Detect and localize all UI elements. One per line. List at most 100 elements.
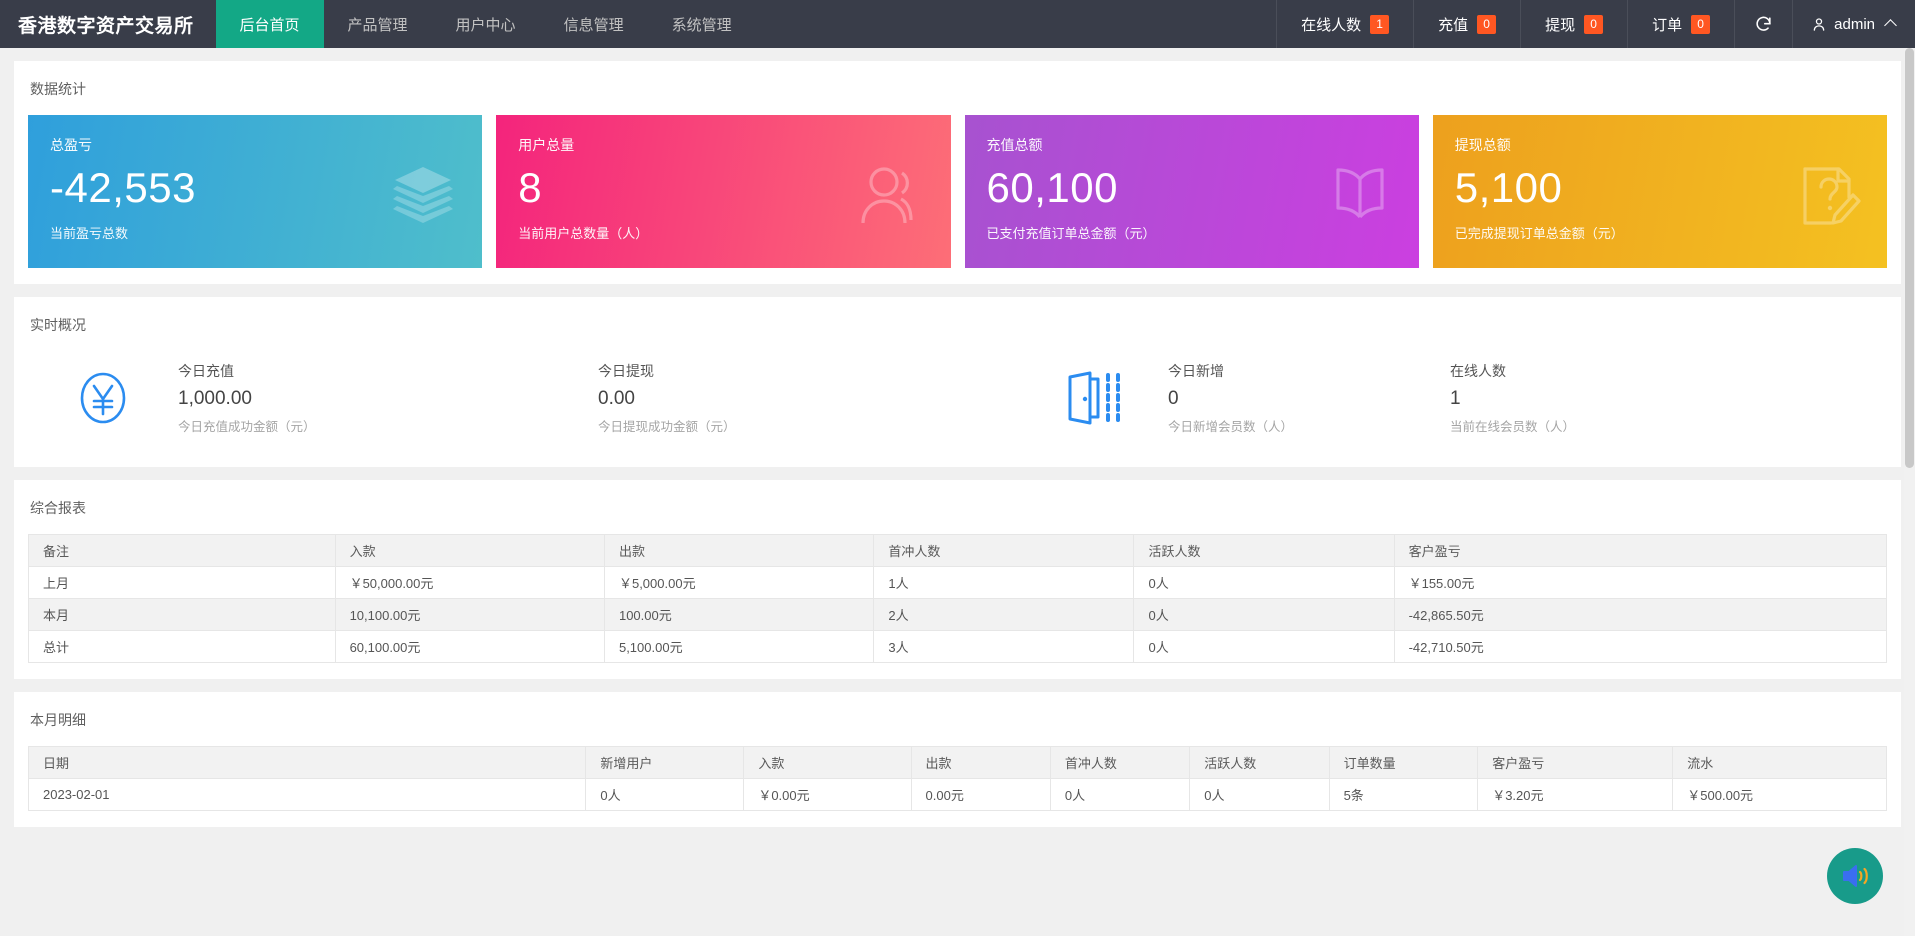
stat-card-total-withdraw[interactable]: 提现总额 5,100 已完成提现订单总金额（元） bbox=[1432, 115, 1887, 268]
user-name-label: admin bbox=[1834, 15, 1875, 33]
cell-date: 2023-02-01 bbox=[27, 778, 587, 811]
col-withdraw: 出款 bbox=[603, 534, 875, 567]
user-menu-button[interactable]: admin bbox=[1792, 0, 1915, 48]
realtime-item-today-recharge-desc: 今日充值成功金额（元） bbox=[178, 420, 316, 434]
realtime-item-online-count: 在线人数 1 当前在线会员数（人） bbox=[1450, 361, 1732, 435]
month-details-table-head: 日期 新增用户 入款 出款 首冲人数 活跃人数 订单数量 客户盈亏 流水 bbox=[27, 746, 1887, 779]
col-date: 日期 bbox=[27, 746, 587, 779]
page-scrollbar-track[interactable] bbox=[1904, 48, 1915, 936]
cell-deposit: 60,100.00元 bbox=[334, 630, 605, 663]
table-row: 2023-02-01 0人 ￥0.00元 0.00元 0人 0人 5条 ￥3.2… bbox=[27, 778, 1887, 811]
panel-month-details: 本月明细 日期 新增用户 入款 出款 首冲人数 活跃人数 订单数量 客户盈亏 流… bbox=[14, 692, 1901, 827]
realtime-item-today-withdraw-value: 0.00 bbox=[598, 388, 635, 409]
realtime-overview-row: 今日充值 1,000.00 今日充值成功金额（元） 今日提现 0.00 今日提现… bbox=[28, 351, 1887, 451]
stat-card-total-profit-loss[interactable]: 总盈亏 -42,553 当前盈亏总数 bbox=[28, 115, 483, 268]
cell-new-users: 0人 bbox=[585, 778, 745, 811]
nav-item-user-center[interactable]: 用户中心 bbox=[432, 0, 540, 48]
stat-card-total-users-label: 用户总量 bbox=[518, 137, 575, 153]
cell-first-deposit-count: 3人 bbox=[873, 630, 1135, 663]
realtime-item-today-new-users-value: 0 bbox=[1168, 388, 1179, 409]
yen-circle-icon bbox=[80, 372, 126, 424]
table-row: 本月 10,100.00元 100.00元 2人 0人 -42,865.50元 bbox=[28, 598, 1888, 631]
panel-title-data-statistics: 数据统计 bbox=[30, 81, 86, 97]
nav-stat-recharge-label: 充值 bbox=[1438, 16, 1469, 34]
nav-stat-online-count-label: 在线人数 bbox=[1301, 16, 1362, 34]
col-active-count: 活跃人数 bbox=[1133, 534, 1395, 567]
nav-right-group: 在线人数 1 充值 0 提现 0 订单 0 admin bbox=[1276, 0, 1915, 48]
stat-card-total-withdraw-sub: 已完成提现订单总金额（元） bbox=[1454, 226, 1624, 241]
nav-item-home[interactable]: 后台首页 bbox=[215, 0, 324, 48]
table-header-row: 备注 入款 出款 首冲人数 活跃人数 客户盈亏 bbox=[28, 534, 1888, 567]
realtime-item-online-count-value: 1 bbox=[1450, 388, 1461, 409]
stat-card-total-profit-loss-value: -42,553 bbox=[50, 164, 196, 211]
month-details-table-body: 2023-02-01 0人 ￥0.00元 0.00元 0人 0人 5条 ￥3.2… bbox=[27, 778, 1887, 811]
nav-stat-withdraw[interactable]: 提现 0 bbox=[1520, 0, 1627, 48]
panel-comprehensive-report: 综合报表 备注 入款 出款 首冲人数 活跃人数 客户盈亏 上月 ￥50,000.… bbox=[14, 480, 1901, 679]
top-navigation-bar: 香港数字资产交易所 后台首页 产品管理 用户中心 信息管理 系统管理 在线人数 … bbox=[0, 0, 1915, 48]
col-first-deposit-count: 首冲人数 bbox=[1049, 746, 1191, 779]
nav-stat-recharge[interactable]: 充值 0 bbox=[1413, 0, 1520, 48]
cell-turnover: ￥500.00元 bbox=[1672, 778, 1887, 811]
nav-item-product-management[interactable]: 产品管理 bbox=[324, 0, 432, 48]
col-remark: 备注 bbox=[28, 534, 336, 567]
refresh-button[interactable] bbox=[1734, 0, 1792, 48]
stat-card-total-recharge[interactable]: 充值总额 60,100 已支付充值订单总金额（元） bbox=[964, 115, 1419, 268]
stat-card-total-recharge-label: 充值总额 bbox=[986, 137, 1043, 153]
realtime-item-online-count-title: 在线人数 bbox=[1450, 363, 1506, 379]
nav-stat-withdraw-badge: 0 bbox=[1584, 14, 1604, 34]
nav-stat-orders-label: 订单 bbox=[1652, 16, 1683, 34]
realtime-item-today-recharge-value: 1,000.00 bbox=[178, 388, 252, 409]
realtime-item-today-new-users-desc: 今日新增会员数（人） bbox=[1168, 420, 1294, 434]
realtime-item-today-recharge: 今日充值 1,000.00 今日充值成功金额（元） bbox=[178, 361, 598, 435]
stat-card-total-profit-loss-label: 总盈亏 bbox=[50, 137, 92, 153]
stat-card-total-users[interactable]: 用户总量 8 当前用户总数量（人） bbox=[496, 115, 951, 268]
nav-item-system-management[interactable]: 系统管理 bbox=[648, 0, 756, 48]
stat-card-list: 总盈亏 -42,553 当前盈亏总数 用户总量 8 当前用户总数量（人） 充值总… bbox=[28, 115, 1887, 268]
cell-first-deposit-count: 2人 bbox=[873, 598, 1135, 631]
panel-realtime-overview: 实时概况 今日充值 1,000.00 今日充值成功金额（元） 今日提现 0.00 bbox=[14, 297, 1901, 467]
col-deposit: 入款 bbox=[334, 534, 605, 567]
stat-card-total-recharge-sub: 已支付充值订单总金额（元） bbox=[986, 226, 1156, 241]
cell-remark: 本月 bbox=[28, 598, 336, 631]
col-customer-profit-loss: 客户盈亏 bbox=[1393, 534, 1888, 567]
cell-customer-profit-loss: ￥155.00元 bbox=[1393, 566, 1888, 599]
col-customer-profit-loss: 客户盈亏 bbox=[1477, 746, 1674, 779]
refresh-icon bbox=[1756, 16, 1771, 31]
cell-order-count: 5条 bbox=[1328, 778, 1479, 811]
col-turnover: 流水 bbox=[1672, 746, 1887, 779]
comprehensive-report-table: 备注 入款 出款 首冲人数 活跃人数 客户盈亏 上月 ￥50,000.00元 ￥… bbox=[28, 534, 1888, 663]
page-scrollbar-thumb[interactable] bbox=[1905, 48, 1914, 468]
stat-card-total-profit-loss-sub: 当前盈亏总数 bbox=[50, 226, 129, 241]
door-exit-icon-wrap bbox=[1018, 369, 1168, 427]
sound-toggle-button[interactable] bbox=[1827, 848, 1883, 904]
stat-card-total-users-sub: 当前用户总数量（人） bbox=[518, 226, 649, 241]
nav-stat-withdraw-label: 提现 bbox=[1545, 16, 1576, 34]
table-header-row: 日期 新增用户 入款 出款 首冲人数 活跃人数 订单数量 客户盈亏 流水 bbox=[27, 746, 1887, 779]
user-icon bbox=[1813, 17, 1825, 31]
cell-deposit: 10,100.00元 bbox=[334, 598, 605, 631]
realtime-item-online-count-desc: 当前在线会员数（人） bbox=[1450, 420, 1576, 434]
month-details-table: 日期 新增用户 入款 出款 首冲人数 活跃人数 订单数量 客户盈亏 流水 202… bbox=[27, 746, 1887, 811]
nav-stat-orders[interactable]: 订单 0 bbox=[1627, 0, 1734, 48]
stat-card-total-withdraw-label: 提现总额 bbox=[1454, 137, 1511, 153]
nav-stat-online-count[interactable]: 在线人数 1 bbox=[1276, 0, 1413, 48]
cell-withdraw: 5,100.00元 bbox=[603, 630, 875, 663]
brand-title: 香港数字资产交易所 bbox=[18, 15, 194, 37]
stat-card-total-users-value: 8 bbox=[518, 164, 543, 211]
cell-customer-profit-loss: -42,865.50元 bbox=[1393, 598, 1888, 631]
realtime-item-today-withdraw-title: 今日提现 bbox=[598, 363, 654, 379]
comprehensive-report-table-head: 备注 入款 出款 首冲人数 活跃人数 客户盈亏 bbox=[28, 534, 1888, 567]
realtime-item-today-recharge-title: 今日充值 bbox=[178, 363, 234, 379]
col-first-deposit-count: 首冲人数 bbox=[873, 534, 1135, 567]
nav-stat-orders-badge: 0 bbox=[1691, 14, 1711, 34]
cell-customer-profit-loss: -42,710.50元 bbox=[1393, 630, 1888, 663]
stat-card-total-withdraw-value: 5,100 bbox=[1454, 164, 1563, 211]
panel-title-month-details: 本月明细 bbox=[30, 712, 86, 728]
cell-active-count: 0人 bbox=[1133, 630, 1395, 663]
col-order-count: 订单数量 bbox=[1328, 746, 1479, 779]
cell-remark: 总计 bbox=[28, 630, 336, 663]
nav-item-info-management[interactable]: 信息管理 bbox=[540, 0, 648, 48]
cell-withdraw: 100.00元 bbox=[603, 598, 875, 631]
chevron-up-icon bbox=[1884, 19, 1897, 32]
